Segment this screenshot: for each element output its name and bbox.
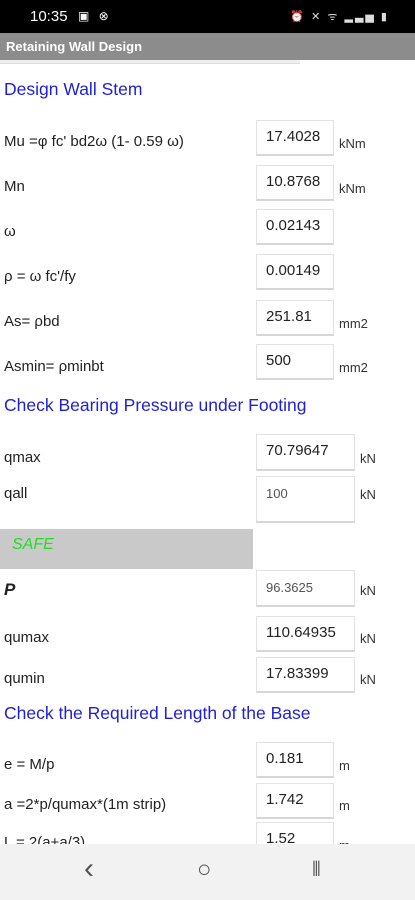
system-icons: ⏰ ✕ ᯤ ▂▃▅ ▮ [290, 11, 389, 23]
unit-mn: kNm [339, 181, 366, 196]
label-qall: qall [4, 485, 28, 502]
unit-qumax: kN [360, 631, 376, 646]
label-mn: Mn [4, 178, 25, 195]
field-qall[interactable]: 100 [256, 476, 355, 523]
label-rho: ρ = ω fc'/fy [4, 268, 76, 285]
unit-as: mm2 [339, 316, 368, 331]
field-as[interactable]: 251.81 [256, 300, 334, 336]
field-a[interactable]: 1.742 [256, 783, 334, 819]
app-title-bar: Retaining Wall Design [0, 33, 415, 60]
system-nav-bar: ‹ ○ ⦀ [0, 844, 415, 900]
back-icon[interactable]: ‹ [84, 852, 94, 886]
safe-status-text: SAFE [12, 536, 54, 553]
notification-icons: ▣ ⊗ [78, 9, 112, 23]
unit-qumin: kN [360, 672, 376, 687]
label-qmax: qmax [4, 449, 41, 466]
field-rho[interactable]: 0.00149 [256, 254, 334, 290]
label-e: e = M/p [4, 756, 55, 773]
section-heading-stem: Design Wall Stem [4, 79, 143, 99]
field-qmax[interactable]: 70.79647 [256, 434, 355, 471]
label-asmin: Asmin= ρminbt [4, 358, 104, 375]
field-omega[interactable]: 0.02143 [256, 209, 334, 245]
field-e[interactable]: 0.181 [256, 742, 334, 778]
unit-p: kN [360, 583, 376, 598]
unit-a: m [339, 798, 350, 813]
label-omega: ω [4, 223, 16, 240]
home-icon[interactable]: ○ [197, 856, 212, 884]
unit-qmax: kN [360, 451, 376, 466]
app-title: Retaining Wall Design [6, 39, 143, 54]
field-asmin[interactable]: 500 [256, 344, 334, 380]
field-mn[interactable]: 10.8768 [256, 165, 334, 201]
label-a: a =2*p/qumax*(1m strip) [4, 796, 167, 813]
status-bar: 10:35 ▣ ⊗ ⏰ ✕ ᯤ ▂▃▅ ▮ [0, 0, 415, 33]
section-heading-length: Check the Required Length of the Base [4, 703, 311, 723]
section-heading-bearing: Check Bearing Pressure under Footing [4, 395, 307, 415]
label-qumin: qumin [4, 670, 45, 687]
clock: 10:35 [30, 8, 68, 25]
recents-icon[interactable]: ⦀ [312, 859, 321, 882]
label-as: As= ρbd [4, 313, 60, 330]
field-qumin[interactable]: 17.83399 [256, 657, 355, 693]
field-p[interactable]: 96.3625 [256, 570, 355, 607]
field-mu[interactable]: 17.4028 [256, 120, 334, 156]
field-l[interactable]: 1.52 [256, 822, 334, 844]
label-mu: Mu =φ fc' bd2ω (1- 0.59 ω) [4, 133, 184, 150]
safe-status-banner: SAFE [0, 529, 253, 569]
scroll-content[interactable]: Design Wall Stem Mu =φ fc' bd2ω (1- 0.59… [0, 63, 415, 844]
unit-asmin: mm2 [339, 360, 368, 375]
unit-mu: kNm [339, 136, 366, 151]
label-qumax: qumax [4, 629, 50, 646]
label-p: P [4, 580, 16, 599]
field-qumax[interactable]: 110.64935 [256, 616, 355, 652]
unit-qall: kN [360, 487, 376, 502]
label-l: L = 2(a+a/3) [4, 834, 86, 844]
unit-e: m [339, 758, 350, 773]
